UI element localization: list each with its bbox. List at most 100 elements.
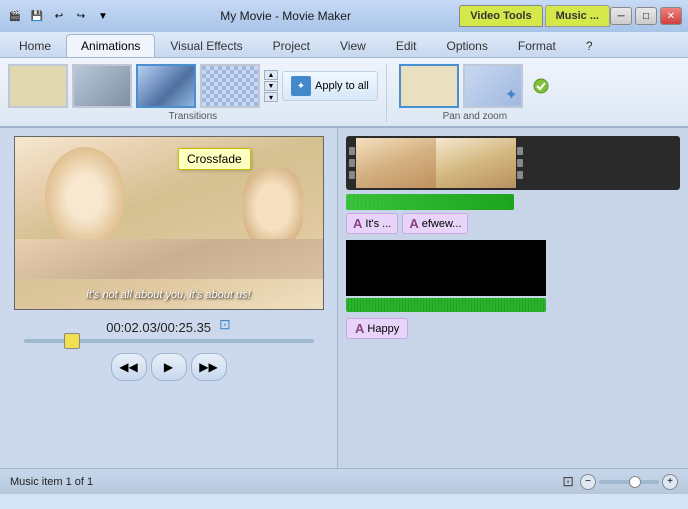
seek-bar-container (24, 339, 314, 343)
tab-home[interactable]: Home (4, 34, 66, 57)
audio-bar-bottom (346, 298, 546, 312)
seek-thumb[interactable] (64, 333, 80, 349)
caption-text-1: It's ... (365, 218, 391, 230)
panzoom-group: ✦ Pan and zoom (395, 64, 559, 122)
panzoom-none[interactable] (399, 64, 459, 108)
preview-panel: it's not all about you, it's about us! 0… (0, 128, 338, 468)
tab-project[interactable]: Project (258, 34, 325, 57)
video-tools-tab[interactable]: Video Tools (459, 5, 542, 27)
transition-crossfade[interactable] (136, 64, 196, 108)
black-video-block[interactable] (346, 240, 546, 296)
app-icon: 🎬 (6, 8, 24, 24)
preview-caption: it's not all about you, it's about us! (15, 289, 323, 301)
transition-items: ▲ ▼ ▾ ✦ Apply to all (8, 64, 378, 108)
zoom-out-button[interactable]: − (580, 474, 596, 490)
transitions-label: Transitions (169, 111, 218, 122)
transport-controls: ◀◀ ▶ ▶▶ (111, 353, 227, 381)
panzoom-zoom[interactable]: ✦ (463, 64, 523, 108)
bottom-audio (346, 298, 546, 312)
scroll-more-arrow[interactable]: ▾ (264, 92, 278, 102)
audio-waves (346, 194, 514, 210)
play-button[interactable]: ▶ (151, 353, 187, 381)
save-btn[interactable]: 💾 (28, 8, 46, 24)
tooltip-text: Crossfade (187, 152, 242, 166)
caption-row: A It's ... A efwew... (346, 213, 680, 234)
tab-help[interactable]: ? (571, 34, 608, 57)
preview-background (15, 137, 323, 309)
maximize-button[interactable]: □ (635, 7, 657, 25)
minimize-button[interactable]: ─ (610, 7, 632, 25)
zoom-thumb[interactable] (629, 476, 641, 488)
transition-gray[interactable] (72, 64, 132, 108)
next-button[interactable]: ▶▶ (191, 353, 227, 381)
happy-caption[interactable]: A Happy (346, 318, 408, 339)
caption-item-2[interactable]: A efwew... (402, 213, 468, 234)
tab-visual-effects[interactable]: Visual Effects (155, 34, 257, 57)
tab-edit[interactable]: Edit (381, 34, 432, 57)
transition-checker[interactable] (200, 64, 260, 108)
film-perf (349, 171, 355, 179)
redo-btn[interactable]: ↪ (72, 8, 90, 24)
film-holes-right (516, 138, 524, 188)
tab-format[interactable]: Format (503, 34, 571, 57)
apply-to-all-button[interactable]: ✦ Apply to all (282, 71, 378, 101)
prev-button[interactable]: ◀◀ (111, 353, 147, 381)
tab-view[interactable]: View (325, 34, 381, 57)
filmstrip (346, 136, 680, 190)
check-icon (531, 76, 551, 96)
film-perf (517, 147, 523, 155)
close-button[interactable]: ✕ (660, 7, 682, 25)
film-holes-left (348, 138, 356, 188)
tab-options[interactable]: Options (432, 34, 503, 57)
audio-bar-top (346, 194, 514, 210)
tab-animations[interactable]: Animations (66, 34, 155, 57)
status-text: Music item 1 of 1 (10, 476, 93, 488)
status-right: ⊡ − + (562, 473, 678, 490)
film-perf (349, 147, 355, 155)
transitions-group: ▲ ▼ ▾ ✦ Apply to all Transitions (8, 64, 387, 122)
film-perf (517, 159, 523, 167)
expand-icon[interactable]: ⊡ (219, 316, 231, 333)
film-perf (517, 171, 523, 179)
film-frame-content-1 (356, 138, 436, 188)
statusbar: Music item 1 of 1 ⊡ − + (0, 468, 688, 494)
crossfade-tooltip: Crossfade (178, 148, 251, 170)
play-icon: ▶ (164, 360, 173, 374)
timecode-row: 00:02.03/00:25.35 ⊡ (106, 314, 231, 335)
happy-a-icon: A (355, 321, 364, 336)
monitor-icon[interactable]: ⊡ (562, 473, 574, 490)
apply-label: Apply to all (315, 80, 369, 92)
timecode-display: 00:02.03/00:25.35 (106, 320, 211, 335)
qa-dropdown[interactable]: ▼ (94, 8, 112, 24)
scroll-up-arrow[interactable]: ▲ (264, 70, 278, 80)
panzoom-label: Pan and zoom (443, 111, 508, 122)
apply-icon: ✦ (291, 76, 311, 96)
film-frame-content-2 (436, 138, 516, 188)
transition-none[interactable] (8, 64, 68, 108)
main-area: it's not all about you, it's about us! 0… (0, 128, 688, 468)
seek-bar[interactable] (24, 339, 314, 343)
caption-text-2: efwew... (422, 218, 462, 230)
film-frame-2[interactable] (436, 138, 516, 188)
scroll-down-arrow[interactable]: ▼ (264, 81, 278, 91)
caption-a-icon-2: A (409, 216, 418, 231)
film-frame-1[interactable] (356, 138, 436, 188)
music-tab[interactable]: Music ... (545, 5, 610, 27)
caption-item-1[interactable]: A It's ... (346, 213, 398, 234)
zoom-in-button[interactable]: + (662, 474, 678, 490)
film-perf (349, 159, 355, 167)
prev-icon: ◀◀ (119, 360, 137, 374)
undo-btn[interactable]: ↩ (50, 8, 68, 24)
zoom-controls: − + (580, 474, 678, 490)
window-title: My Movie - Movie Maker (112, 9, 459, 23)
zoom-slider[interactable] (599, 480, 659, 484)
preview-video: it's not all about you, it's about us! (14, 136, 324, 310)
happy-text: Happy (367, 323, 399, 335)
timeline-panel: A It's ... A efwew... A Happy (338, 128, 688, 468)
titlebar-left: 🎬 💾 ↩ ↪ ▼ (6, 8, 112, 24)
panzoom-items: ✦ (399, 64, 551, 108)
next-icon: ▶▶ (199, 360, 217, 374)
ribbon-content: ▲ ▼ ▾ ✦ Apply to all Transitions ✦ (0, 58, 688, 128)
context-tabs: Video Tools Music ... (459, 5, 610, 27)
titlebar: 🎬 💾 ↩ ↪ ▼ My Movie - Movie Maker Video T… (0, 0, 688, 32)
